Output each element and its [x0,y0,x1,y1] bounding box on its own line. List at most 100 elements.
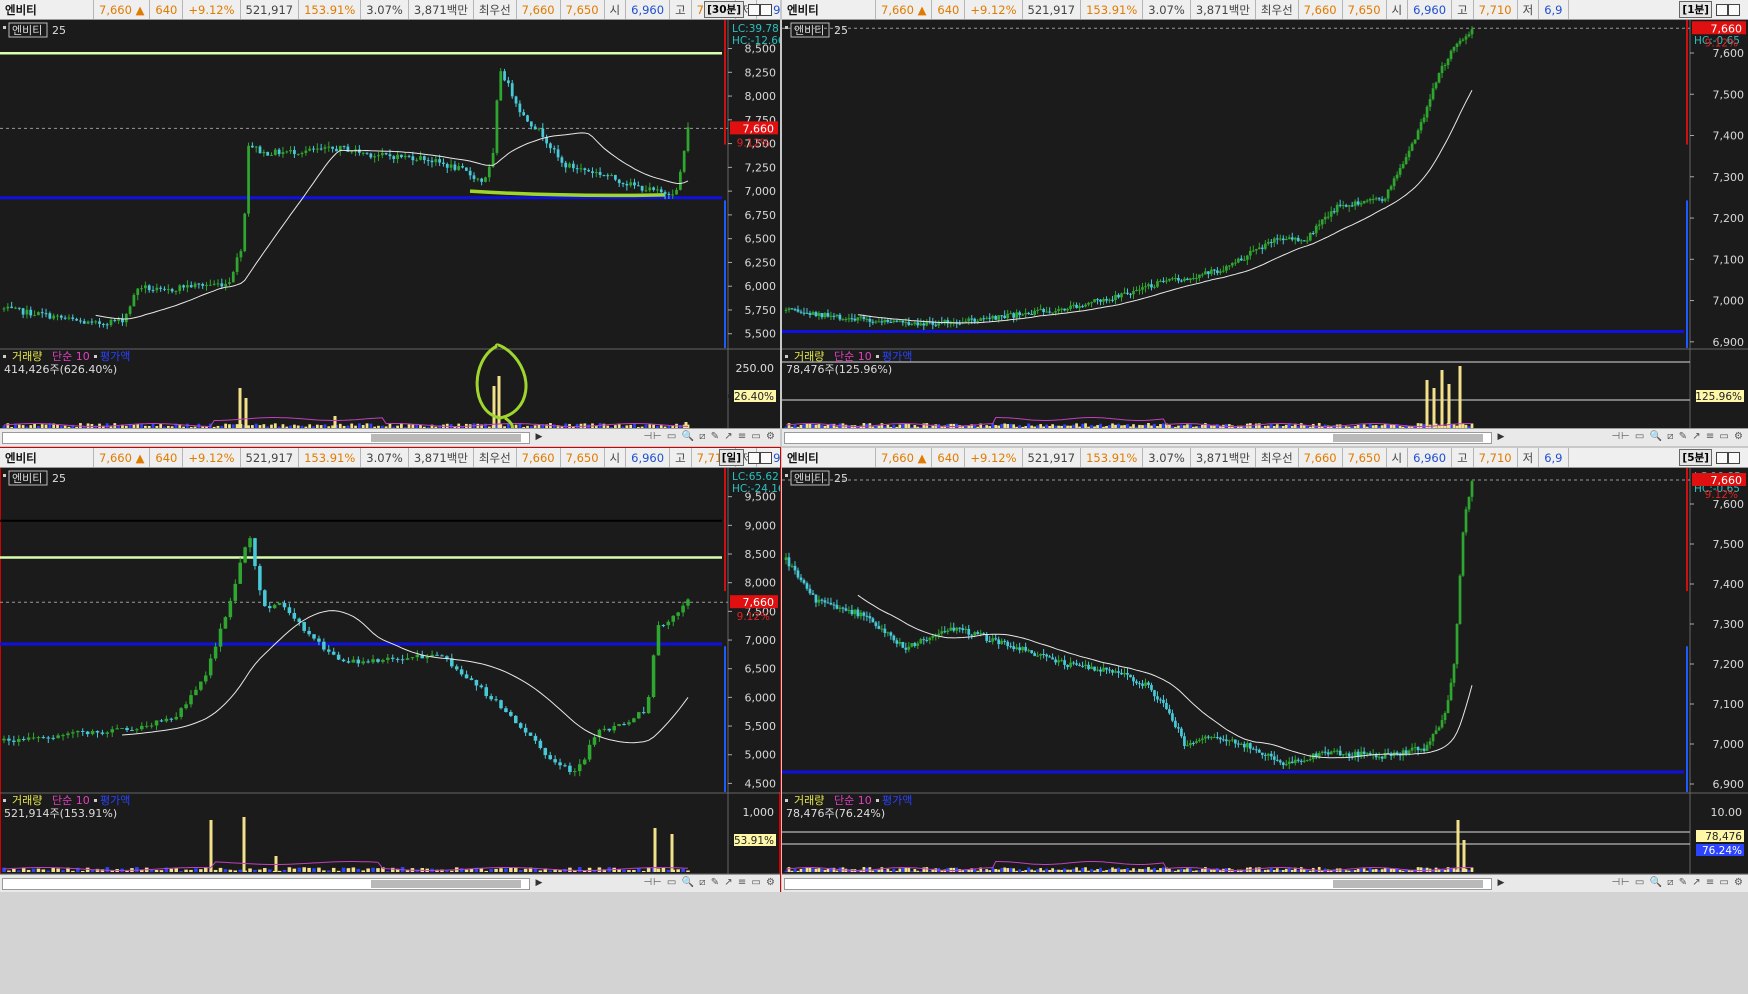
volume-bar [248,868,252,872]
candle-body [504,708,508,713]
volume-spike-bar [238,388,242,428]
drawn-circle-annotation[interactable] [475,343,528,428]
indicator-title[interactable]: 엔비티 25 [785,470,848,486]
scroll-track[interactable] [2,878,530,890]
candle-body [1344,753,1348,755]
volume-tag-label: 125.96% [1695,391,1742,403]
candle-body [1461,39,1465,41]
chart-panel-30min[interactable]: 엔비티 7,660 ▲ 640 +9.12% 521,917 153.91% 3.07% 3,… [0,0,780,446]
chart-scroll-bar[interactable]: ▶ ⊣⊢ ▭ 🔍 ⧄ ✎ ↗ ≡ ▭ ⚙ [0,428,780,446]
candle-body [273,149,277,155]
period-selector[interactable]: [30분] [704,1,744,18]
candle-body [886,319,890,322]
candle-body [1096,299,1099,301]
period-selector[interactable]: [1분] [1679,1,1712,18]
candle-body [1419,121,1423,131]
volume-bar [1344,870,1348,872]
volume-bar [125,870,129,872]
chart-scroll-bar[interactable]: ▶ ⊣⊢ ▭ 🔍 ⧄ ✎ ↗ ≡ ▭ ⚙ [782,874,1748,892]
candle-body [489,696,493,700]
scroll-right-button[interactable]: ▶ [533,878,545,890]
price-chart[interactable]: 7,6007,5007,4007,3007,2007,1007,0006,900… [782,468,1748,874]
volume-pane[interactable]: 거래량 단순 10 평가액521,914주(153.91%) 1,000 153.91% [2,794,776,872]
chart-scroll-bar[interactable]: ▶ ⊣⊢ ▭ 🔍 ⧄ ✎ ↗ ≡ ▭ ⚙ [782,428,1748,446]
maximize-window-button[interactable] [1728,452,1740,464]
volume-bar [213,869,218,872]
candle-body [901,320,905,323]
volume-bar [1305,869,1309,872]
trade-amount: 3,871백만 [1191,0,1256,19]
candle-body [1329,211,1333,217]
scroll-right-button[interactable]: ▶ [1495,878,1507,890]
scroll-thumb[interactable] [371,880,521,888]
scroll-right-button[interactable]: ▶ [533,432,545,444]
scroll-right-button[interactable]: ▶ [1495,432,1507,444]
maximize-window-button[interactable] [760,452,772,464]
candle-body [533,735,538,741]
chart-panel-daily[interactable]: 엔비티 7,660 ▲ 640 +9.12% 521,917 153.91% 3.07% 3,… [0,447,781,893]
turnover-rate: 3.07% [1143,0,1191,19]
scroll-thumb[interactable] [1333,434,1483,442]
volume-pane[interactable]: 거래량 단순 10 평가액414,426주(626.40%) 250.00 626.40… [2,343,776,428]
volume-bar [796,870,800,872]
candle-body [373,156,377,158]
y-tick-label: 7,200 [1713,212,1745,225]
candle-body [189,695,193,705]
scroll-track[interactable] [784,878,1492,890]
volume-bar [622,869,626,872]
maximize-window-button[interactable] [1728,4,1740,16]
scroll-track[interactable] [784,432,1492,444]
scroll-thumb[interactable] [371,434,521,442]
volume-pane[interactable]: 거래량 단순 10 평가액78,476주(76.24%) 10.00 78,476 76.… [782,794,1744,872]
candle-body [646,697,651,714]
candle-body [1060,660,1063,662]
volume-pane[interactable]: 거래량 단순 10 평가액78,476주(125.96%) 125.96% [782,350,1744,428]
drawn-bottom-line[interactable] [469,189,666,198]
indicator-title[interactable]: 엔비티 25 [3,22,66,38]
chart-scroll-bar[interactable]: ▶ ⊣⊢ ▭ 🔍 ⧄ ✎ ↗ ≡ ▭ ⚙ [0,874,780,892]
candle-body [796,309,800,312]
restore-window-button[interactable] [748,4,760,16]
candle-body [826,313,830,317]
restore-window-button[interactable] [748,452,760,464]
chart-toolbar[interactable]: ⊣⊢ ▭ 🔍 ⧄ ✎ ↗ ≡ ▭ ⚙ [1611,431,1744,442]
scroll-track[interactable] [2,432,530,444]
volume-label: 거래량 [794,794,824,807]
candle-body [675,189,678,195]
price-chart[interactable]: 8,5008,2508,0007,7507,5007,2507,0006,750… [0,20,780,428]
period-selector[interactable]: [5분] [1679,449,1712,466]
indicator-title[interactable]: 엔비티 25 [3,470,66,486]
restore-window-button[interactable] [1716,4,1728,16]
volume-bar [1087,870,1090,872]
indicator-title[interactable]: 엔비티 25 [785,22,848,38]
candle-body [901,641,905,648]
chart-panel-1min[interactable]: 엔비티 7,660 ▲ 640 +9.12% 521,917 153.91% 3.07% 3,… [782,0,1748,446]
volume-bar [327,870,331,872]
volume-bar [282,869,287,872]
candle-body [564,162,568,168]
candle-body [991,316,995,319]
candle-body [1222,270,1225,272]
candle-body [1374,198,1378,200]
restore-window-button[interactable] [1716,452,1728,464]
candle-body [85,731,90,735]
chart-toolbar[interactable]: ⊣⊢ ▭ 🔍 ⧄ ✎ ↗ ≡ ▭ ⚙ [643,431,776,442]
candle-body [621,183,625,185]
candle-body [1120,293,1123,298]
volume-bar [1117,867,1120,872]
price-chart[interactable]: 7,6007,5007,4007,3007,2007,1007,0006,900… [782,20,1748,428]
maximize-window-button[interactable] [760,4,772,16]
bid-price: 7,650 [561,0,605,19]
price-chart[interactable]: 9,5009,0008,5008,0007,5007,0006,5006,000… [0,468,780,874]
chart-toolbar[interactable]: ⊣⊢ ▭ 🔍 ⧄ ✎ ↗ ≡ ▭ ⚙ [643,877,776,888]
candle-body [1272,756,1276,760]
scroll-thumb[interactable] [1333,880,1483,888]
price-change: 640 [932,448,966,467]
candle-body [1233,739,1237,744]
chart-panel-5min[interactable]: 엔비티 7,660 ▲ 640 +9.12% 521,917 153.91% 3.07% 3,… [782,448,1748,892]
volume-bar [1084,867,1087,872]
period-selector[interactable]: [일] [718,449,744,466]
candle-body [1054,659,1057,663]
chart-toolbar[interactable]: ⊣⊢ ▭ 🔍 ⧄ ✎ ↗ ≡ ▭ ⚙ [1611,877,1744,888]
volume-bar [105,867,110,872]
